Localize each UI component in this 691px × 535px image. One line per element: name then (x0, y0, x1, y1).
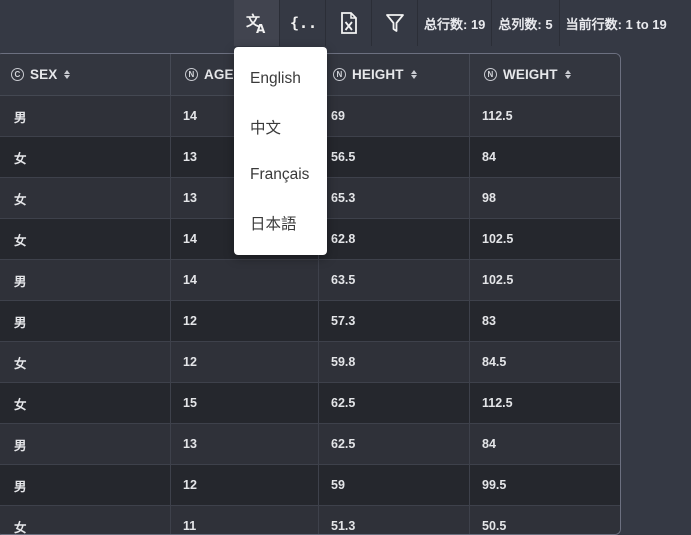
column-header-sex[interactable]: C SEX (0, 54, 171, 95)
table-cell: 62.8 (319, 219, 470, 259)
translate-button[interactable]: 文 A (234, 0, 280, 46)
language-menu: English 中文 Français 日本語 (234, 47, 327, 255)
translate-icon: 文 A (246, 13, 266, 34)
table-cell: 59.8 (319, 342, 470, 382)
svg-text:{..}: {..} (290, 14, 316, 32)
table-cell: 12 (171, 342, 319, 382)
table-cell: 女 (0, 219, 171, 259)
table-cell: 84 (482, 150, 496, 164)
table-cell: 99.5 (482, 478, 507, 492)
table-cell: 12 (171, 301, 319, 341)
table-row[interactable]: 女 15 62.5 112.5 (0, 383, 620, 424)
table-cell: 男 (0, 260, 171, 300)
table-cell: 男 (0, 301, 171, 341)
language-option-chinese[interactable]: 中文 (234, 103, 327, 151)
table-cell: 女 (0, 137, 171, 177)
table-stats: 总行数: 19 总列数: 5 当前行数: 1 to 19 (418, 0, 673, 46)
table-cell: 13 (171, 424, 319, 464)
table-cell: 男 (0, 424, 171, 464)
table-cell: 57.3 (319, 301, 470, 341)
filter-icon (385, 14, 404, 32)
json-braces-icon: {..} (290, 14, 316, 32)
table-cell: 15 (171, 383, 319, 423)
column-label: HEIGHT (352, 67, 404, 82)
column-header-height[interactable]: N HEIGHT (319, 54, 470, 95)
table-row[interactable]: 男 12 57.3 83 (0, 301, 620, 342)
table-row[interactable]: 男 13 62.5 84 (0, 424, 620, 465)
svg-text:A: A (256, 22, 266, 34)
table-cell: 63.5 (319, 260, 470, 300)
excel-file-icon (340, 12, 357, 34)
column-header-weight[interactable]: N WEIGHT (470, 54, 620, 95)
table-cell: 59 (319, 465, 470, 505)
table-cell: 男 (0, 96, 171, 136)
table-cell: 84 (482, 437, 496, 451)
sort-icon[interactable] (564, 70, 571, 79)
language-option-english[interactable]: English (234, 55, 327, 103)
numeric-type-icon: N (484, 68, 497, 81)
column-label: SEX (30, 67, 58, 82)
table-cell: 84.5 (482, 355, 507, 369)
json-button[interactable]: {..} (280, 0, 326, 46)
table-cell: 女 (0, 342, 171, 382)
table-cell: 83 (482, 314, 496, 328)
table-cell: 112.5 (482, 396, 513, 410)
table-cell: 女 (0, 506, 171, 534)
table-cell: 女 (0, 178, 171, 218)
table-cell: 女 (0, 383, 171, 423)
table-row[interactable]: 男 12 59 99.5 (0, 465, 620, 506)
table-cell: 102.5 (482, 232, 514, 246)
column-label: AGE (204, 67, 234, 82)
column-label: WEIGHT (503, 67, 558, 82)
numeric-type-icon: N (185, 68, 198, 81)
total-rows-stat: 总行数: 19 (418, 0, 493, 46)
sort-icon[interactable] (64, 70, 71, 79)
table-row[interactable]: 女 12 59.8 84.5 (0, 342, 620, 383)
table-cell: 51.3 (319, 506, 470, 534)
table-cell: 62.5 (319, 383, 470, 423)
table-cell: 98 (482, 191, 496, 205)
language-option-french[interactable]: Français (234, 151, 327, 199)
table-cell: 62.5 (319, 424, 470, 464)
numeric-type-icon: N (333, 68, 346, 81)
table-cell: 65.3 (319, 178, 470, 218)
table-cell: 69 (319, 96, 470, 136)
sort-icon[interactable] (410, 70, 417, 79)
table-cell: 男 (0, 465, 171, 505)
table-row[interactable]: 男 14 63.5 102.5 (0, 260, 620, 301)
table-cell: 102.5 (482, 273, 514, 287)
table-cell: 11 (171, 506, 319, 534)
categorical-type-icon: C (11, 68, 24, 81)
table-cell: 112.5 (482, 109, 513, 123)
table-cell: 12 (171, 465, 319, 505)
export-excel-button[interactable] (326, 0, 372, 46)
toolbar: 文 A {..} 总行数: 19 总列数: 5 当前行数: 1 to 19 (234, 0, 673, 46)
table-cell: 50.5 (482, 519, 507, 533)
table-cell: 14 (171, 260, 319, 300)
table-cell: 56.5 (319, 137, 470, 177)
table-row[interactable]: 女 11 51.3 50.5 (0, 506, 620, 534)
language-option-japanese[interactable]: 日本語 (234, 199, 327, 247)
total-cols-stat: 总列数: 5 (492, 0, 560, 46)
current-rows-stat: 当前行数: 1 to 19 (565, 16, 667, 32)
filter-button[interactable] (372, 0, 418, 46)
